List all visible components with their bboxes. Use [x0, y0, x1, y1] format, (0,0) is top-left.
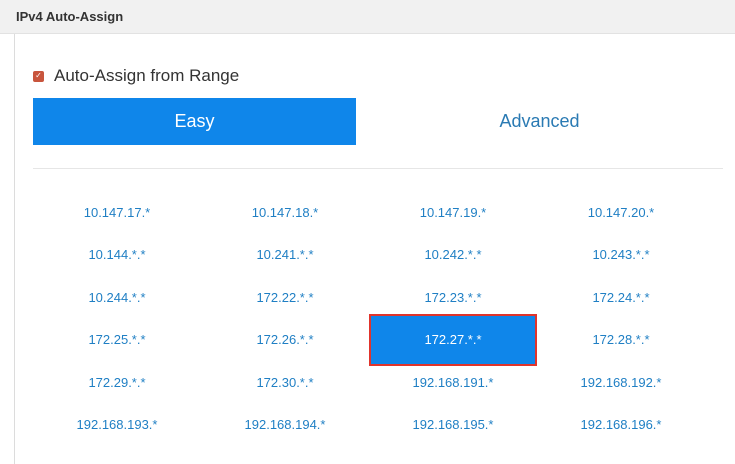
range-option-label: 10.147.19.*: [419, 204, 487, 220]
range-option[interactable]: 172.22.*.*: [201, 276, 369, 319]
range-option-label: 172.27.*.*: [369, 313, 537, 366]
tab-advanced[interactable]: Advanced: [378, 98, 701, 145]
range-option-label: 10.147.20.*: [587, 204, 655, 220]
range-option-label: 172.29.*.*: [88, 374, 146, 390]
range-option-label: 10.241.*.*: [256, 247, 314, 263]
range-option-label: 10.147.18.*: [251, 204, 319, 220]
checkmark-icon: ✓: [35, 71, 42, 80]
range-option[interactable]: 172.23.*.*: [369, 276, 537, 319]
range-option[interactable]: 192.168.193.*: [33, 404, 201, 447]
range-option[interactable]: 10.243.*.*: [537, 234, 705, 277]
range-option[interactable]: 192.168.196.*: [537, 404, 705, 447]
ipv4-auto-assign-screen: IPv4 Auto-Assign ✓ Auto-Assign from Rang…: [0, 0, 735, 464]
range-option[interactable]: 10.147.20.*: [537, 191, 705, 234]
range-option[interactable]: 172.29.*.*: [33, 361, 201, 404]
range-option-label: 192.168.191.*: [412, 374, 494, 390]
range-option[interactable]: 10.147.17.*: [33, 191, 201, 234]
range-option-label: 172.26.*.*: [256, 332, 314, 348]
range-option[interactable]: 10.244.*.*: [33, 276, 201, 319]
range-option[interactable]: 172.28.*.*: [537, 319, 705, 362]
range-option-label: 10.144.*.*: [88, 247, 146, 263]
tab-easy[interactable]: Easy: [33, 98, 356, 145]
range-option-label: 172.23.*.*: [424, 289, 482, 305]
range-option[interactable]: 192.168.194.*: [201, 404, 369, 447]
range-option-label: 172.22.*.*: [256, 289, 314, 305]
range-option-label: 192.168.196.*: [580, 417, 662, 433]
range-option-label: 192.168.193.*: [76, 417, 158, 433]
range-option[interactable]: 192.168.195.*: [369, 404, 537, 447]
divider: [33, 168, 723, 169]
range-option[interactable]: 10.242.*.*: [369, 234, 537, 277]
auto-assign-panel: ✓ Auto-Assign from Range Easy Advanced 1…: [14, 34, 735, 464]
auto-assign-checkbox-row[interactable]: ✓ Auto-Assign from Range: [33, 66, 239, 86]
range-option-label: 192.168.192.*: [580, 374, 662, 390]
range-option-label: 10.242.*.*: [424, 247, 482, 263]
range-option[interactable]: 10.147.19.*: [369, 191, 537, 234]
range-option-label: 172.28.*.*: [592, 332, 650, 348]
range-option[interactable]: 172.25.*.*: [33, 319, 201, 362]
range-option-label: 192.168.195.*: [412, 417, 494, 433]
section-title: IPv4 Auto-Assign: [16, 9, 124, 24]
range-option-label: 172.25.*.*: [88, 332, 146, 348]
range-option[interactable]: 192.168.191.*: [369, 361, 537, 404]
range-option-label: 10.244.*.*: [88, 289, 146, 305]
range-option[interactable]: 10.241.*.*: [201, 234, 369, 277]
range-option-selected[interactable]: 172.27.*.*: [369, 313, 537, 366]
range-option-label: 172.30.*.*: [256, 374, 314, 390]
range-option[interactable]: 172.26.*.*: [201, 319, 369, 362]
range-option[interactable]: 192.168.192.*: [537, 361, 705, 404]
range-option[interactable]: 10.147.18.*: [201, 191, 369, 234]
section-header: IPv4 Auto-Assign: [0, 0, 735, 34]
range-option[interactable]: 172.24.*.*: [537, 276, 705, 319]
range-grid: 10.147.17.* 10.147.18.* 10.147.19.* 10.147.…: [33, 191, 705, 446]
range-option[interactable]: 172.30.*.*: [201, 361, 369, 404]
range-option-label: 10.243.*.*: [592, 247, 650, 263]
range-option[interactable]: 10.144.*.*: [33, 234, 201, 277]
range-option-label: 192.168.194.*: [244, 417, 326, 433]
range-option-label: 172.24.*.*: [592, 289, 650, 305]
auto-assign-checkbox[interactable]: ✓: [33, 70, 44, 82]
range-option-label: 10.147.17.*: [83, 204, 151, 220]
auto-assign-label[interactable]: Auto-Assign from Range: [54, 66, 239, 86]
mode-tabs: Easy Advanced: [33, 98, 723, 145]
